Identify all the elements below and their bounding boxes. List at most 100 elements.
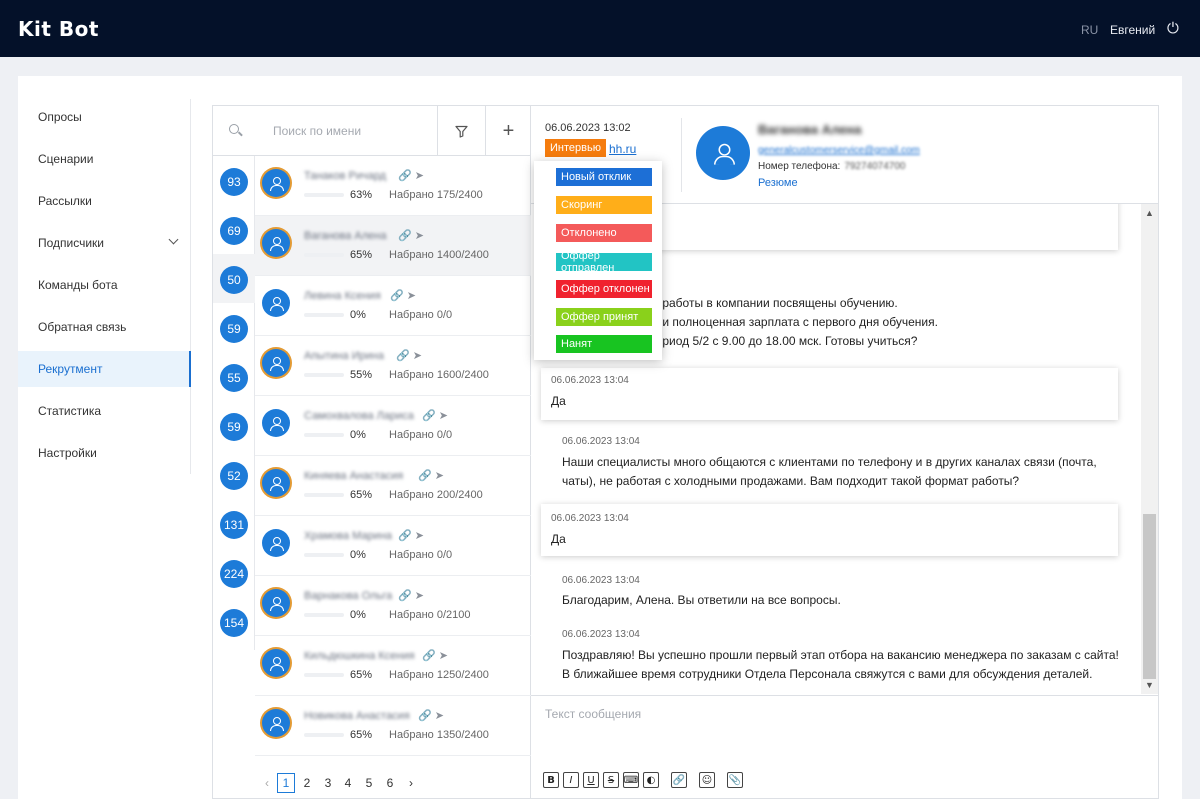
count-badge[interactable]: 131 [220, 511, 248, 539]
link-icon[interactable]: 🔗 [398, 590, 412, 602]
logout-icon[interactable]: ⏻ [1167, 20, 1179, 37]
page-1-button[interactable]: 1 [277, 773, 295, 793]
language-switch[interactable]: RU [1081, 23, 1098, 37]
row-actions: 🔗 ➤ [422, 649, 448, 662]
add-candidate-button[interactable]: + [485, 106, 531, 156]
count-badge[interactable]: 50 [220, 266, 248, 294]
page-4-button[interactable]: 4 [339, 773, 357, 793]
send-icon[interactable]: ➤ [439, 650, 448, 662]
link-icon[interactable]: 🔗 [396, 350, 410, 362]
candidate-row[interactable]: Апытина Ирина 🔗 ➤ 55% Набрано 1600/2400 [255, 336, 531, 396]
message-text: Да [551, 394, 566, 408]
candidate-row[interactable]: Кильдюшкина Ксения 🔗 ➤ 65% Набрано 1250/… [255, 636, 531, 696]
send-icon[interactable]: ➤ [415, 170, 424, 182]
link-icon[interactable]: 🔗 [398, 230, 412, 242]
link-icon[interactable]: 🔗 [671, 772, 687, 788]
chat-scrollbar[interactable]: ▲ ▼ [1141, 204, 1158, 694]
status-option-hired[interactable]: Нанят [556, 335, 652, 353]
count-badge[interactable]: 154 [220, 609, 248, 637]
link-icon[interactable]: 🔗 [418, 710, 432, 722]
prev-page-button[interactable]: ‹ [258, 773, 276, 793]
filter-button[interactable] [437, 106, 485, 156]
link-icon[interactable]: 🔗 [418, 470, 432, 482]
profile-phone: Номер телефона: 79274074700 [758, 161, 906, 172]
send-icon[interactable]: ➤ [415, 230, 424, 242]
source-link[interactable]: hh.ru [609, 142, 636, 156]
plus-icon: + [502, 119, 515, 142]
message-input[interactable] [545, 704, 1125, 724]
scroll-up-icon[interactable]: ▲ [1141, 206, 1158, 220]
candidate-row[interactable]: Ваганова Алена 🔗 ➤ 65% Набрано 1400/2400 [255, 216, 531, 276]
link-icon[interactable]: 🔗 [390, 290, 404, 302]
status-option-offer-sent[interactable]: Оффер отправлен [556, 250, 652, 274]
score-text: Набрано 1600/2400 [389, 369, 489, 381]
page-3-button[interactable]: 3 [319, 773, 337, 793]
send-icon[interactable]: ➤ [439, 410, 448, 422]
sidebar-item-bot-commands[interactable]: Команды бота [18, 267, 191, 303]
count-cell: 69 [213, 205, 255, 254]
strikethrough-icon[interactable]: S [603, 772, 619, 788]
link-icon[interactable]: 🔗 [422, 410, 436, 422]
underline-icon[interactable]: U [583, 772, 599, 788]
count-badge[interactable]: 55 [220, 364, 248, 392]
attach-icon[interactable]: 📎 [727, 772, 743, 788]
send-icon[interactable]: ➤ [435, 470, 444, 482]
sidebar-item-recruitment[interactable]: Рекрутмент [18, 351, 191, 387]
candidate-row[interactable]: Храмова Марина 🔗 ➤ 0% Набрано 0/0 [255, 516, 531, 576]
sidebar-item-subscribers[interactable]: Подписчики [18, 225, 191, 261]
candidate-row[interactable]: Левина Ксения 🔗 ➤ 0% Набрано 0/0 [255, 276, 531, 336]
send-icon[interactable]: ➤ [435, 710, 444, 722]
resume-link[interactable]: Резюме [758, 177, 798, 189]
score-text: Набрано 0/0 [389, 549, 453, 561]
scroll-down-icon[interactable]: ▼ [1141, 678, 1158, 692]
search-input[interactable] [273, 121, 433, 141]
emoji-icon[interactable]: ☺ [699, 772, 715, 788]
send-icon[interactable]: ➤ [407, 290, 416, 302]
sidebar-item-surveys[interactable]: Опросы [18, 99, 191, 135]
candidate-name: Апытина Ирина [304, 350, 384, 362]
status-option-offer-declined[interactable]: Оффер отклонен [556, 280, 652, 298]
count-badge[interactable]: 224 [220, 560, 248, 588]
send-icon[interactable]: ➤ [415, 530, 424, 542]
status-option-offer-accepted[interactable]: Оффер принят [556, 308, 652, 326]
italic-icon[interactable]: I [563, 772, 579, 788]
status-option-scoring[interactable]: Скоринг [556, 196, 652, 214]
candidate-row[interactable]: Танаков Ричард 🔗 ➤ 63% Набрано 175/2400 [255, 156, 531, 216]
count-badge[interactable]: 59 [220, 413, 248, 441]
status-option-new[interactable]: Новый отклик [556, 168, 652, 186]
sidebar-item-scenarios[interactable]: Сценарии [18, 141, 191, 177]
count-cell: 224 [213, 548, 255, 597]
page-2-button[interactable]: 2 [298, 773, 316, 793]
sidebar-item-mailings[interactable]: Рассылки [18, 183, 191, 219]
status-option-rejected[interactable]: Отклонено [556, 224, 652, 242]
progress-bar [304, 193, 344, 197]
candidate-row[interactable]: Новикова Анастасия 🔗 ➤ 65% Набрано 1350/… [255, 696, 531, 756]
sidebar-item-statistics[interactable]: Статистика [18, 393, 191, 429]
send-icon[interactable]: ➤ [415, 590, 424, 602]
profile-email-link[interactable]: generalcustomerservice@gmail.com [758, 145, 920, 156]
count-badge[interactable]: 59 [220, 315, 248, 343]
link-icon[interactable]: 🔗 [422, 650, 436, 662]
spoiler-icon[interactable]: ◐ [643, 772, 659, 788]
candidate-row[interactable]: Варнакова Ольга 🔗 ➤ 0% Набрано 0/2100 [255, 576, 531, 636]
count-badge[interactable]: 93 [220, 168, 248, 196]
bold-icon[interactable]: B [543, 772, 559, 788]
app-logo[interactable]: Kit Bot [18, 17, 99, 41]
link-icon[interactable]: 🔗 [398, 170, 412, 182]
page-6-button[interactable]: 6 [381, 773, 399, 793]
count-badge[interactable]: 69 [220, 217, 248, 245]
user-name[interactable]: Евгений [1110, 23, 1155, 37]
next-page-button[interactable]: › [402, 773, 420, 793]
page-5-button[interactable]: 5 [360, 773, 378, 793]
link-icon[interactable]: 🔗 [398, 530, 412, 542]
candidate-row[interactable]: Самохвалова Лариса 🔗 ➤ 0% Набрано 0/0 [255, 396, 531, 456]
send-icon[interactable]: ➤ [413, 350, 422, 362]
count-badge[interactable]: 52 [220, 462, 248, 490]
scroll-thumb[interactable] [1143, 514, 1156, 679]
sidebar-item-settings[interactable]: Настройки [18, 435, 191, 471]
candidate-row[interactable]: Киняева Анастасия 🔗 ➤ 65% Набрано 200/24… [255, 456, 531, 516]
code-icon[interactable]: ⌨ [623, 772, 639, 788]
status-select-button[interactable]: Интервью [545, 139, 606, 157]
chevron-down-icon[interactable] [168, 234, 179, 245]
sidebar-item-feedback[interactable]: Обратная связь [18, 309, 191, 345]
